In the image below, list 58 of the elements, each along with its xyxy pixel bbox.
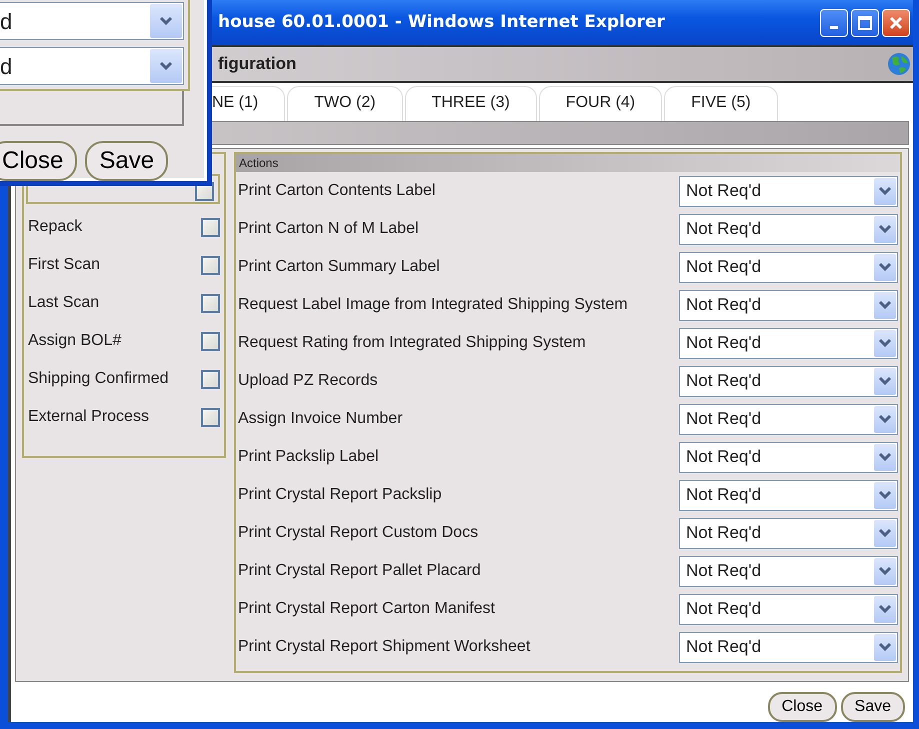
tab[interactable]: THREE (3) <box>404 86 537 121</box>
minimize-button[interactable] <box>820 8 848 36</box>
dialog-button[interactable]: Save <box>85 141 168 181</box>
maximize-icon <box>857 14 873 30</box>
option-label: First Scan <box>28 255 100 275</box>
dropdown[interactable]: Not Req'd <box>679 518 898 548</box>
page-title: figuration <box>218 53 296 76</box>
dropdown[interactable]: Not Req'd <box>679 556 898 586</box>
action-label: Print Crystal Report Custom Docs <box>238 523 478 543</box>
dropdown[interactable]: Not Req'd <box>679 366 898 396</box>
maximize-button[interactable] <box>851 8 879 36</box>
checkbox[interactable] <box>201 408 220 426</box>
option-label: Shipping Confirmed <box>28 369 169 389</box>
action-label: Request Rating from Integrated Shipping System <box>238 333 586 353</box>
close-button[interactable] <box>882 8 910 36</box>
option-label: External Process <box>28 407 149 427</box>
dropdown[interactable]: Not Req'd <box>679 404 898 434</box>
close-icon <box>888 14 904 30</box>
panel-title: Actions <box>236 154 900 172</box>
checkbox[interactable] <box>201 370 220 388</box>
action-label: Print Crystal Report Pallet Placard <box>238 561 481 581</box>
tab[interactable]: FOUR (4) <box>538 86 662 121</box>
dropdown[interactable]: Not Req'd <box>679 214 898 244</box>
globe-icon <box>887 52 911 76</box>
action-label: Upload PZ Records <box>238 371 378 391</box>
action-label: Print Packslip Label <box>238 447 379 467</box>
dropdown[interactable]: Not Req'd <box>679 594 898 624</box>
action-label: Print Crystal Report Packslip <box>238 485 442 505</box>
option-label: Last Scan <box>28 293 100 313</box>
dropdown[interactable]: Not Req'd <box>679 442 898 472</box>
option-label: Repack <box>28 217 82 237</box>
action-label: Print Crystal Report Shipment Worksheet <box>238 637 530 657</box>
action-label: Request Label Image from Integrated Shipping System <box>238 295 628 315</box>
action-button[interactable]: Close <box>768 692 837 722</box>
checkbox[interactable] <box>201 294 220 312</box>
option-label: Assign BOL# <box>28 331 122 351</box>
action-label: Assign Invoice Number <box>238 409 403 429</box>
window-title: house 60.01.0001 - Windows Internet Explorer <box>218 10 666 34</box>
dropdown[interactable]: d <box>0 2 184 40</box>
dialog-button[interactable]: Close <box>0 141 78 181</box>
checkbox[interactable] <box>201 332 220 350</box>
dropdown[interactable]: Not Req'd <box>679 252 898 282</box>
checkbox[interactable] <box>201 256 220 274</box>
action-label: Print Carton Contents Label <box>238 181 436 201</box>
dropdown[interactable]: Not Req'd <box>679 328 898 358</box>
action-label: Print Carton N of M Label <box>238 219 419 239</box>
action-label: Print Crystal Report Carton Manifest <box>238 599 495 619</box>
dropdown[interactable]: Not Req'd <box>679 480 898 510</box>
dropdown[interactable]: Not Req'd <box>679 176 898 206</box>
dropdown[interactable]: Not Req'd <box>679 290 898 320</box>
dropdown[interactable]: d <box>0 47 184 85</box>
checkbox[interactable] <box>201 218 220 236</box>
tab[interactable]: TWO (2) <box>287 86 403 121</box>
action-button[interactable]: Save <box>840 692 905 722</box>
minimize-icon <box>830 26 838 29</box>
dropdown[interactable]: Not Req'd <box>679 632 898 662</box>
tab[interactable]: FIVE (5) <box>664 86 778 121</box>
action-label: Print Carton Summary Label <box>238 257 440 277</box>
